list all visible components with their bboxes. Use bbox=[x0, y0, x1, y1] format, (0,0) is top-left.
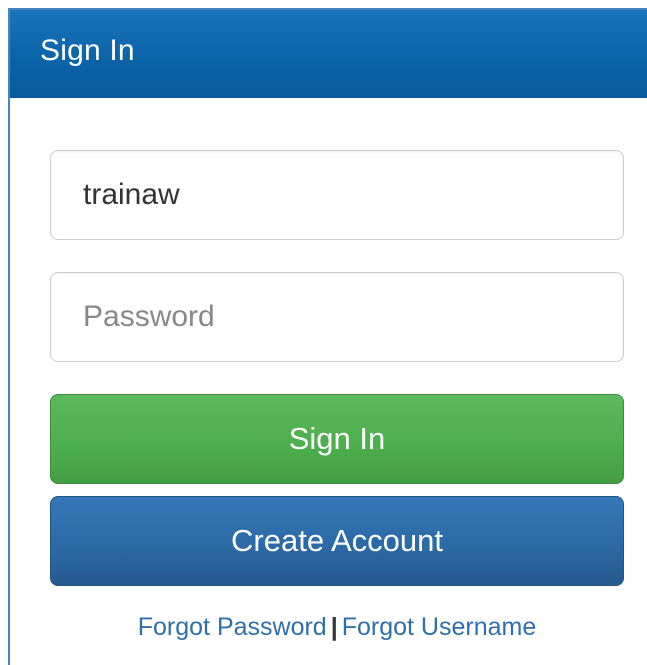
forgot-username-link[interactable]: Forgot Username bbox=[342, 613, 537, 641]
signin-panel: Sign In Sign In Create Account Forgot Pa… bbox=[8, 8, 647, 665]
username-input[interactable] bbox=[51, 151, 623, 239]
password-field[interactable] bbox=[50, 272, 624, 362]
link-separator: | bbox=[330, 613, 338, 641]
panel-title: Sign In bbox=[40, 34, 135, 67]
password-input[interactable] bbox=[51, 273, 623, 361]
account-links: Forgot Password | Forgot Username bbox=[50, 613, 624, 642]
panel-header: Sign In bbox=[10, 10, 647, 98]
username-field[interactable] bbox=[50, 150, 624, 240]
create-account-button[interactable]: Create Account bbox=[50, 496, 624, 586]
forgot-password-link[interactable]: Forgot Password bbox=[138, 613, 327, 641]
sign-in-button[interactable]: Sign In bbox=[50, 394, 624, 484]
